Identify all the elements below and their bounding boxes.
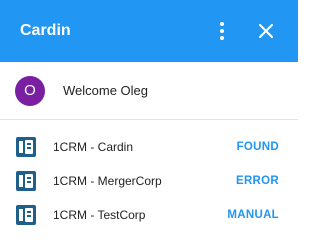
connection-status[interactable]: ERROR <box>236 175 279 187</box>
panel-title: Cardin <box>20 22 71 39</box>
connection-row[interactable]: 1CRM - TestCorp MANUAL <box>0 198 298 232</box>
crm-app-icon <box>16 137 36 157</box>
more-vert-icon[interactable] <box>211 20 233 42</box>
avatar[interactable]: O <box>15 75 45 106</box>
crm-app-icon <box>16 171 36 191</box>
close-icon[interactable] <box>255 20 277 42</box>
panel-header: Cardin <box>0 0 298 62</box>
connection-label: 1CRM - TestCorp <box>53 208 146 222</box>
connection-row[interactable]: 1CRM - MergerCorp ERROR <box>0 164 298 198</box>
connection-label: 1CRM - MergerCorp <box>53 174 162 188</box>
welcome-row: O Welcome Oleg <box>0 62 298 120</box>
connection-status[interactable]: MANUAL <box>227 209 279 221</box>
connection-status[interactable]: FOUND <box>237 141 279 153</box>
crm-app-icon <box>16 205 36 225</box>
connection-list: 1CRM - Cardin FOUND 1CRM - MergerCorp ER… <box>0 120 298 232</box>
welcome-text: Welcome Oleg <box>63 83 149 98</box>
connection-label: 1CRM - Cardin <box>53 140 134 154</box>
cardin-panel: Cardin O Welcome Oleg 1CRM - Cardin FOUN… <box>0 0 298 246</box>
connection-row[interactable]: 1CRM - Cardin FOUND <box>0 130 298 164</box>
